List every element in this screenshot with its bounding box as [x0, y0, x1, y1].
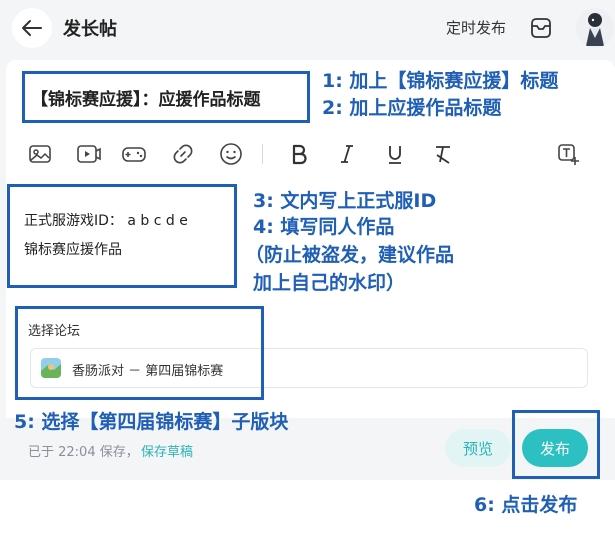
- emoji-icon[interactable]: [218, 141, 244, 167]
- annotation-step-4: 4: 填写同人作品: [253, 216, 395, 238]
- title-text: 【锦标赛应援】：应援作品标题: [31, 89, 261, 110]
- underline-icon[interactable]: [382, 141, 408, 167]
- annotation-step-1: 1: 加上【锦标赛应援】标题: [322, 70, 559, 92]
- avatar[interactable]: [576, 8, 614, 48]
- publish-highlight-box: [512, 410, 600, 479]
- annotation-step-4-note-1: （防止被盗发，建议作品: [245, 244, 455, 266]
- body-line-id: 正式服游戏ID： a b c d e: [24, 213, 188, 229]
- clear-format-icon[interactable]: [430, 141, 456, 167]
- title-input[interactable]: 【锦标赛应援】：应援作品标题: [22, 71, 310, 123]
- annotation-step-2: 2: 加上应援作品标题: [322, 97, 502, 119]
- bold-icon[interactable]: [286, 141, 312, 167]
- text-insert-icon[interactable]: [555, 141, 581, 167]
- page-title: 发长帖: [63, 19, 117, 40]
- arrow-left-icon: [21, 19, 43, 37]
- body-editor[interactable]: 正式服游戏ID： a b c d e 锦标赛应援作品: [7, 184, 237, 288]
- link-icon[interactable]: [170, 141, 196, 167]
- annotation-step-4-note-2: 加上自己的水印）: [253, 272, 406, 294]
- italic-icon[interactable]: [334, 141, 360, 167]
- body-line-work: 锦标赛应援作品: [24, 242, 122, 258]
- save-status: 已于 22:04 保存，: [28, 445, 139, 460]
- annotation-step-5: 5: 选择【第四届锦标赛】子版块: [14, 411, 289, 433]
- save-draft-link[interactable]: 保存草稿: [141, 441, 193, 460]
- forum-highlight-box: [15, 306, 264, 400]
- back-button[interactable]: [12, 8, 52, 48]
- drafts-box-button[interactable]: [526, 13, 556, 43]
- gamepad-icon[interactable]: [121, 141, 147, 167]
- preview-button[interactable]: 预览: [445, 429, 511, 467]
- video-icon[interactable]: [76, 141, 102, 167]
- annotation-step-3: 3: 文内写上正式服ID: [253, 190, 437, 212]
- annotation-step-6: 6: 点击发布: [474, 494, 578, 516]
- image-icon[interactable]: [27, 141, 53, 167]
- toolbar-divider: [262, 144, 263, 164]
- schedule-publish-button[interactable]: 定时发布: [446, 17, 506, 38]
- drafts-box-icon: [529, 16, 553, 40]
